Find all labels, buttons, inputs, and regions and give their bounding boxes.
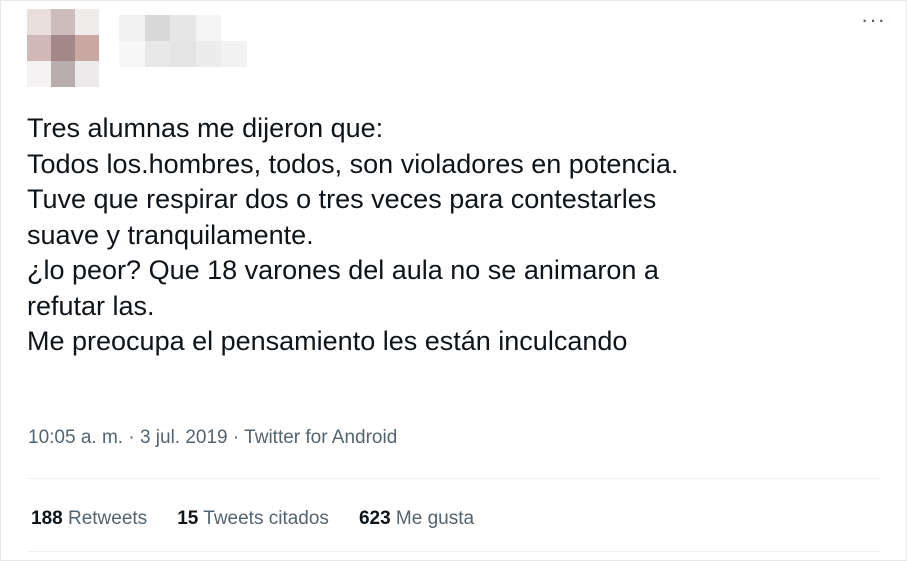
author-name-blurred[interactable]	[119, 15, 247, 67]
more-horizontal-icon[interactable]: ···	[861, 9, 886, 31]
retweets-label: Retweets	[67, 508, 148, 529]
divider	[27, 478, 880, 479]
retweets-stat[interactable]: 188 Retweets	[31, 508, 147, 530]
avatar[interactable]	[27, 9, 99, 87]
tweet-line: suave y tranquilamente.	[27, 219, 314, 250]
tweet-line: Tuve que respirar dos o tres veces para …	[27, 184, 657, 214]
tweet-stats: 188 Retweets 15 Tweets citados 623 Me gu…	[31, 508, 474, 530]
tweet-line: Me preocupa el pensamiento les están inc…	[27, 326, 628, 356]
likes-label: Me gusta	[395, 508, 475, 529]
tweet-timestamp[interactable]: 10:05 a. m. · 3 jul. 2019 · Twitter for …	[28, 427, 397, 449]
quotes-count: 15	[177, 508, 199, 529]
tweet-line: Tres alumnas me dijeron que:	[27, 113, 384, 143]
quotes-stat[interactable]: 15 Tweets citados	[177, 508, 329, 530]
tweet-line: ¿lo peor? Que 18 varones del aula no se …	[27, 255, 659, 285]
tweet-text: Tres alumnas me dijeron que: Todos los.h…	[27, 111, 897, 360]
tweet-line: Todos los.hombres, todos, son violadores…	[27, 148, 679, 179]
divider	[27, 551, 880, 552]
likes-stat[interactable]: 623 Me gusta	[359, 508, 474, 530]
quotes-label: Tweets citados	[203, 508, 329, 529]
likes-count: 623	[358, 508, 391, 529]
tweet-line: refutar las.	[27, 290, 155, 321]
retweets-count: 188	[31, 508, 63, 529]
tweet-card: ··· Tres alumnas me dijeron que: Todos l…	[0, 0, 907, 561]
